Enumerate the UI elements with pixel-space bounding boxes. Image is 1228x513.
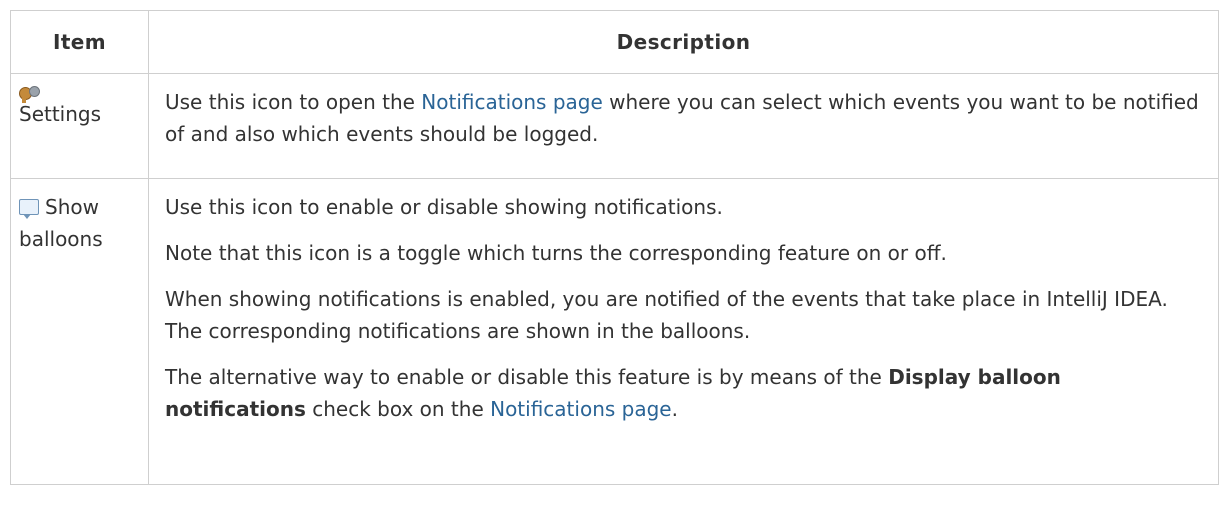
- desc-paragraph: Use this icon to enable or disable showi…: [165, 195, 723, 219]
- item-cell-show-balloons: Show balloons: [10, 178, 149, 485]
- notifications-page-link[interactable]: Notifications page: [421, 90, 602, 114]
- description-column-header: Description: [148, 10, 1219, 74]
- item-label-settings: Settings: [19, 102, 102, 126]
- desc-paragraph: The alternative way to enable or disable…: [165, 361, 1202, 425]
- item-cell-settings: Settings: [10, 73, 149, 179]
- notifications-toolbar-table: Item Description Settings Use this icon …: [10, 10, 1219, 485]
- table-row: Show balloons Use this icon to enable or…: [10, 178, 1219, 485]
- desc-text: The alternative way to enable or disable…: [165, 365, 889, 389]
- item-column-header: Item: [10, 10, 149, 74]
- notifications-page-link[interactable]: Notifications page: [490, 397, 671, 421]
- desc-text: check box on the: [305, 397, 491, 421]
- balloon-icon: [19, 199, 39, 219]
- table-header-row: Item Description: [10, 10, 1219, 74]
- table-row: Settings Use this icon to open the Notif…: [10, 73, 1219, 179]
- desc-paragraph: When showing notifications is enabled, y…: [165, 287, 1168, 343]
- desc-text: .: [671, 397, 678, 421]
- desc-paragraph: Note that this icon is a toggle which tu…: [165, 241, 947, 265]
- desc-text: Use this icon to open the: [165, 90, 422, 114]
- settings-gears-icon: [19, 86, 40, 104]
- description-cell-settings: Use this icon to open the Notifications …: [148, 73, 1219, 179]
- description-cell-show-balloons: Use this icon to enable or disable showi…: [148, 178, 1219, 485]
